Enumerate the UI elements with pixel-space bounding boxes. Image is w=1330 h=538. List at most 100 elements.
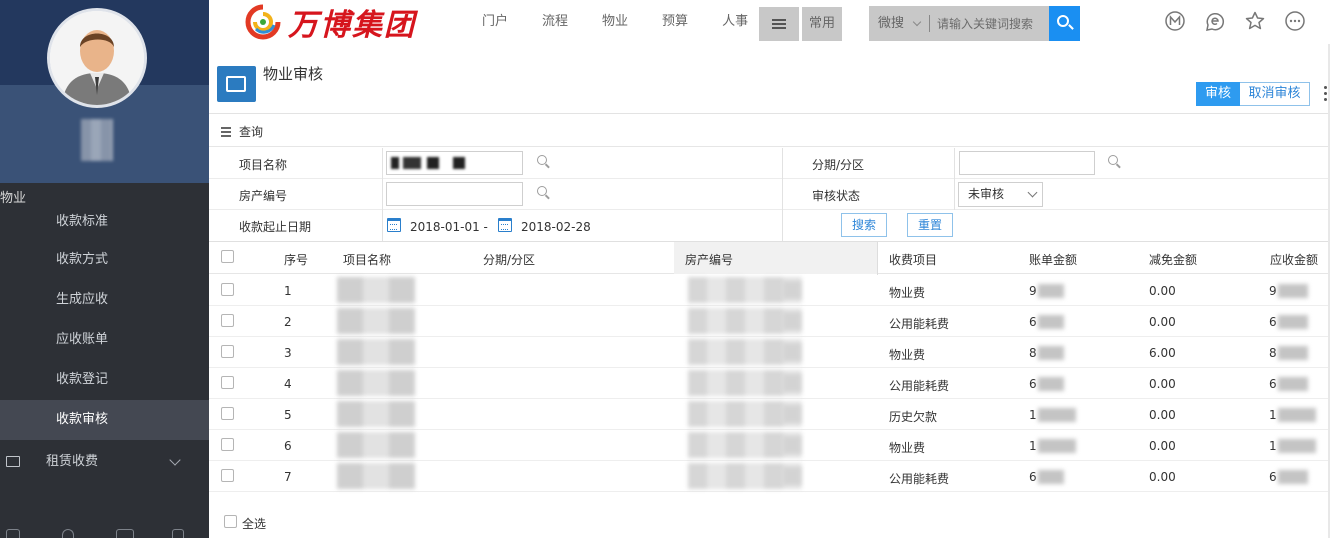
row-checkbox[interactable] [221,345,234,358]
audit-status-select[interactable]: 未审核 [958,182,1043,207]
col-no[interactable]: 序号 [284,251,308,268]
cell-receivable: 8 [1269,346,1277,360]
avatar[interactable] [47,8,147,108]
search-category-select[interactable]: 微搜 [869,6,927,41]
column-divider [877,242,878,275]
query-header[interactable]: 查询 [209,115,1330,147]
nav-property[interactable]: 物业 [602,0,628,44]
cell-receivable: 6 [1269,470,1277,484]
send-icon[interactable] [172,529,184,538]
table-row[interactable]: 6 物业费 1 0.00 1 [209,430,1330,461]
company-logo[interactable]: 万博集团 [244,2,416,43]
date-range-label: 收款起止日期 [239,220,312,234]
search-input[interactable] [933,8,1046,39]
search-submit-button[interactable]: 搜索 [841,213,888,237]
filter-form: 项目名称 分期/分区 房产编号 审核状态 未审核 收款起止日期 2018-01-… [209,148,1330,241]
sidebar-item-payment-method[interactable]: 收款方式 [0,240,209,280]
cell-project-name-redacted [337,463,415,489]
col-discount[interactable]: 减免金额 [1149,251,1197,268]
col-property-no[interactable]: 房产编号 [685,251,733,268]
cell-bill-amount: 1 [1029,439,1037,453]
username [81,119,113,161]
message-icon[interactable] [116,529,134,538]
nav-hr[interactable]: 人事 [722,0,748,44]
cell-no: 7 [284,470,292,484]
user-icon[interactable] [62,529,74,538]
col-charge-item[interactable]: 收费项目 [889,251,937,268]
cell-discount: 0.00 [1149,470,1176,484]
sidebar-item-generate-receivable[interactable]: 生成应收 [0,280,209,320]
date-end[interactable]: 2018-02-28 [521,220,591,234]
cell-charge-item: 物业费 [889,348,926,362]
star-icon[interactable] [1244,10,1266,32]
audit-button[interactable]: 审核 [1196,82,1240,106]
project-name-input[interactable] [386,151,523,175]
table-row[interactable]: 7 公用能耗费 6 0.00 6 [209,461,1330,492]
select-all-label: 全选 [242,517,267,531]
cell-property-no-redacted [783,436,801,454]
sidebar-item-receivable-bills[interactable]: 应收账单 [0,320,209,360]
cell-bill-amount-redacted [1038,470,1064,484]
table-row[interactable]: 3 物业费 8 6.00 8 [209,337,1330,368]
table-row[interactable]: 5 历史欠款 1 0.00 1 [209,399,1330,430]
filter-row: 收款起止日期 2018-01-01 - 2018-02-28 [209,210,1330,241]
list-icon [221,127,231,139]
cell-project-name-redacted [337,432,415,458]
search-button[interactable] [1049,6,1080,41]
more-circle-icon[interactable] [1284,10,1306,32]
nav-portal[interactable]: 门户 [482,0,508,44]
page-header: 物业审核 审核 取消审核 [209,44,1330,114]
table-row[interactable]: 2 公用能耗费 6 0.00 6 [209,306,1330,337]
m-circle-icon[interactable] [1164,10,1186,32]
cell-charge-item: 公用能耗费 [889,317,950,331]
table-row[interactable]: 1 物业费 9 0.00 9 [209,275,1330,306]
col-bill-amount[interactable]: 账单金额 [1029,251,1077,268]
select-all-checkbox[interactable] [224,515,237,528]
cell-bill-amount: 6 [1029,377,1037,391]
nav-workflow[interactable]: 流程 [542,0,568,44]
cell-project-name-redacted [337,308,415,334]
cell-receivable-redacted [1278,408,1316,422]
menu-button[interactable] [759,7,799,41]
cancel-audit-button[interactable]: 取消审核 [1240,82,1310,106]
select-all-checkbox-header[interactable] [221,250,234,263]
window-icon-frame [226,76,246,92]
sidebar-item-charge-standard[interactable]: 收款标准 [0,202,209,240]
calendar-icon[interactable] [498,218,512,232]
search-divider [929,15,930,32]
divider [954,148,955,210]
phase-label: 分期/分区 [812,158,865,172]
reset-button[interactable]: 重置 [907,213,954,237]
phase-input[interactable] [959,151,1095,175]
sidebar-group-lease[interactable]: 租赁收费 [0,444,209,480]
table-row[interactable]: 4 公用能耗费 6 0.00 6 [209,368,1330,399]
col-phase[interactable]: 分期/分区 [483,251,535,268]
search-icon[interactable] [537,155,551,169]
search-icon[interactable] [537,186,551,200]
row-checkbox[interactable] [221,314,234,327]
property-no-input[interactable] [386,182,523,206]
filter-row: 房产编号 审核状态 未审核 [209,179,1330,210]
sidebar-item-payment-register[interactable]: 收款登记 [0,360,209,400]
project-name-label: 项目名称 [239,158,288,172]
row-checkbox[interactable] [221,283,234,296]
mail-icon[interactable] [6,529,20,538]
common-button[interactable]: 常用 [802,7,842,41]
row-checkbox[interactable] [221,469,234,482]
menu-line [772,27,786,29]
row-checkbox[interactable] [221,407,234,420]
row-checkbox[interactable] [221,376,234,389]
search-icon[interactable] [1108,155,1122,169]
nav-budget[interactable]: 预算 [662,0,688,44]
col-project-name[interactable]: 项目名称 [343,251,391,268]
cell-property-no-redacted [783,405,801,423]
date-start[interactable]: 2018-01-01 - [410,220,488,234]
e-circle-icon[interactable] [1204,10,1226,32]
col-receivable[interactable]: 应收金额 [1270,251,1318,268]
cell-project-name-redacted [337,339,415,365]
sidebar-item-payment-audit[interactable]: 收款审核 [0,400,209,440]
top-nav: 门户 流程 物业 预算 人事 [482,0,782,44]
calendar-icon[interactable] [387,218,401,232]
audit-status-label: 审核状态 [812,189,861,203]
row-checkbox[interactable] [221,438,234,451]
